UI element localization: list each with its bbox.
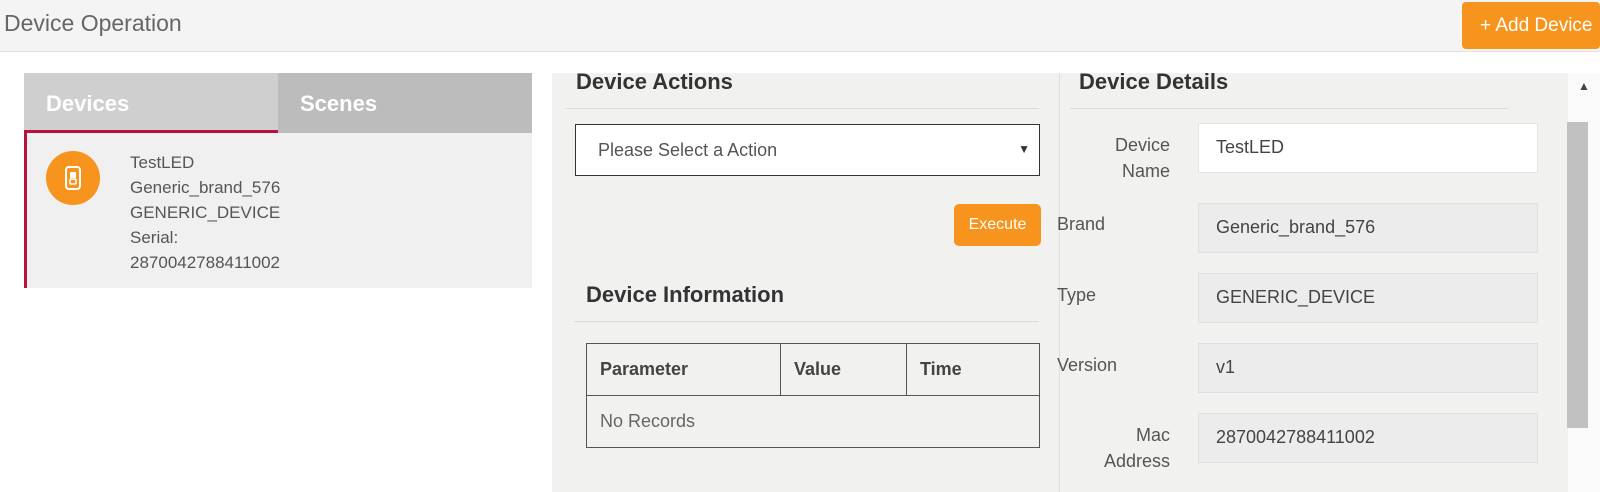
device-actions-title: Device Actions	[576, 69, 733, 94]
brand-label: Brand	[1057, 214, 1106, 234]
caret-down-icon: ▼	[1018, 142, 1030, 156]
column-header-parameter: Parameter	[586, 343, 781, 396]
device-name-field[interactable]: TestLED	[1198, 123, 1538, 173]
device-information-title: Device Information	[586, 282, 785, 307]
device-details-title: Device Details	[1079, 69, 1229, 94]
action-select-value: Please Select a Action	[598, 140, 778, 160]
divider	[1070, 108, 1508, 109]
execute-button[interactable]: Execute	[954, 204, 1041, 246]
empty-records-text: No Records	[586, 395, 1040, 448]
device-information-table: Parameter Value Time No Records	[586, 343, 1040, 448]
device-actions-panel: Device Actions Please Select a Action ▼ …	[552, 69, 1059, 492]
scroll-up-arrow-icon[interactable]: ▲	[1578, 79, 1590, 93]
table-row: No Records	[586, 395, 1040, 448]
version-field: v1	[1198, 343, 1538, 393]
device-details-panel: Device Details Device Name TestLED Brand…	[1057, 69, 1568, 492]
details-scrollbar[interactable]: ▲	[1567, 73, 1600, 492]
version-label: Version	[1057, 355, 1118, 375]
add-device-button[interactable]: + Add Device	[1462, 2, 1600, 49]
column-header-time: Time	[906, 343, 1040, 396]
brand-field: Generic_brand_576	[1198, 203, 1538, 253]
action-select[interactable]: Please Select a Action ▼	[575, 124, 1040, 176]
scrollbar-thumb[interactable]	[1567, 122, 1588, 428]
device-list-item[interactable]: TestLED Generic_brand_576 GENERIC_DEVICE…	[24, 133, 532, 288]
divider	[565, 108, 1039, 109]
type-field: GENERIC_DEVICE	[1198, 273, 1538, 323]
header-bar: Device Operation + Add Device	[0, 0, 1600, 52]
divider	[574, 321, 1039, 322]
device-name-label: Device Name	[1114, 135, 1170, 181]
mac-address-field: 2870042788411002	[1198, 413, 1538, 463]
tab-scenes[interactable]: Scenes	[278, 73, 532, 133]
device-switch-icon	[46, 151, 100, 205]
column-header-value: Value	[780, 343, 907, 396]
page-title: Device Operation	[4, 10, 182, 36]
device-brand: Generic_brand_576	[130, 178, 281, 197]
device-name: TestLED	[130, 153, 195, 172]
device-serial: 2870042788411002	[130, 253, 281, 272]
device-type: GENERIC_DEVICE	[130, 203, 281, 222]
device-scene-tabs: Devices Scenes	[24, 73, 532, 133]
tab-devices[interactable]: Devices	[24, 73, 278, 133]
type-label: Type	[1057, 285, 1097, 305]
mac-address-label: Mac Address	[1103, 425, 1170, 471]
device-serial-label: Serial:	[130, 228, 179, 247]
